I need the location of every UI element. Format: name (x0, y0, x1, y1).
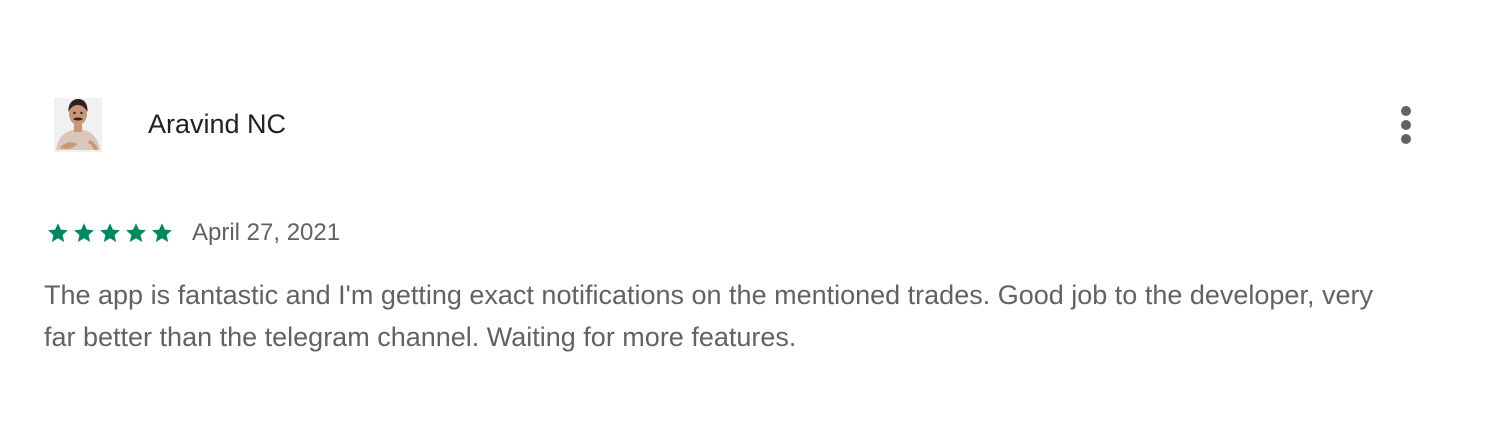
review-text: The app is fantastic and I'm getting exa… (44, 280, 1373, 352)
star-rating (46, 221, 174, 245)
rating-row: April 27, 2021 (46, 216, 340, 250)
review-date: April 27, 2021 (192, 219, 341, 246)
avatar[interactable] (50, 92, 106, 160)
user-avatar-icon (54, 98, 102, 152)
review-card: Aravind NC April 27, 2021 The app is fan… (0, 0, 1485, 446)
more-options-button[interactable] (1386, 102, 1426, 148)
star-icon (100, 223, 120, 242)
star-icon (48, 223, 68, 242)
more-vertical-icon (1401, 106, 1411, 116)
star-icon (152, 223, 172, 242)
star-icon (126, 223, 146, 242)
more-vertical-icon (1401, 134, 1411, 144)
star-icon (74, 223, 94, 242)
more-vertical-icon (1401, 120, 1411, 130)
reviewer-name: Aravind NC (148, 109, 287, 139)
